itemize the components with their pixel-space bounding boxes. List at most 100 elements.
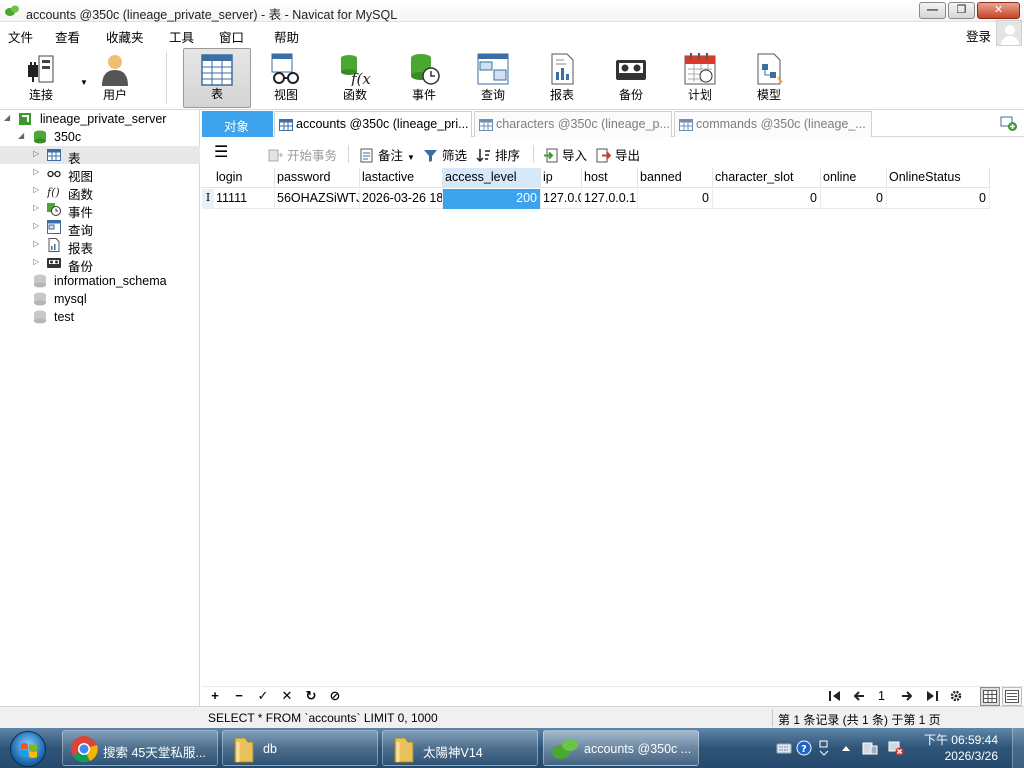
column-header-ip[interactable]: ip <box>541 168 582 188</box>
new-tab-icon[interactable] <box>1000 114 1018 132</box>
discard-changes-button[interactable]: ✕ <box>279 688 295 704</box>
menu-file[interactable]: 文件 <box>8 27 33 46</box>
cell-ip[interactable]: 127.0.0. <box>541 189 582 209</box>
tool-event[interactable]: 事件 <box>391 48 457 108</box>
column-header-lastactive[interactable]: lastactive <box>360 168 443 188</box>
column-header-online[interactable]: online <box>821 168 887 188</box>
add-record-button[interactable]: + <box>207 688 223 703</box>
taskbar-folder-v14[interactable]: 太陽神V14 <box>382 730 538 766</box>
close-button[interactable]: ✕ <box>977 2 1020 19</box>
apply-changes-button[interactable]: ✓ <box>255 688 271 704</box>
tool-query[interactable]: 查询 <box>460 48 526 108</box>
tree-item-tables[interactable]: ▷ 表 <box>0 146 200 166</box>
cell-host[interactable]: 127.0.0.1 <box>582 189 638 209</box>
next-page-icon[interactable] <box>901 690 913 702</box>
menu-help[interactable]: 帮助 <box>274 27 299 46</box>
tool-report[interactable]: 报表 <box>529 48 595 108</box>
tree-item-backups[interactable]: ▷ 备份 <box>0 254 200 274</box>
column-header-banned[interactable]: banned <box>638 168 713 188</box>
last-page-icon[interactable] <box>926 690 938 702</box>
expand-arrow-icon[interactable]: ▷ <box>33 149 39 158</box>
cell-login[interactable]: 11111 <box>214 189 275 209</box>
tab-commands[interactable]: commands @350c (lineage_... <box>674 111 872 137</box>
cell-password[interactable]: 56OHAZSiWTJ <box>275 189 360 209</box>
network-error-icon[interactable] <box>888 740 904 756</box>
filter-button[interactable]: 筛选 <box>423 145 467 164</box>
table-row[interactable]: I 11111 56OHAZSiWTJ 2026-03-26 18 200 12… <box>202 189 990 209</box>
stop-button[interactable]: ⊘ <box>327 688 343 704</box>
cell-character-slot[interactable]: 0 <box>713 189 821 209</box>
gear-icon[interactable] <box>949 689 963 703</box>
tool-schedule[interactable]: 计划 <box>667 48 733 108</box>
tree-database-mysql[interactable]: mysql <box>0 290 200 308</box>
menu-view[interactable]: 查看 <box>55 27 80 46</box>
column-header-onlinestatus[interactable]: OnlineStatus <box>887 168 990 188</box>
tree-connection[interactable]: ◢ lineage_private_server <box>0 110 200 128</box>
delete-record-button[interactable]: − <box>231 688 247 703</box>
tree-database-information-schema[interactable]: information_schema <box>0 272 200 290</box>
tool-table[interactable]: 表 <box>183 48 251 108</box>
keyboard-icon[interactable] <box>776 740 792 756</box>
previous-page-icon[interactable] <box>853 690 865 702</box>
import-button[interactable]: 导入 <box>543 145 587 164</box>
tab-characters[interactable]: characters @350c (lineage_p... <box>474 111 672 137</box>
tree-database-test[interactable]: test <box>0 308 200 326</box>
tool-model[interactable]: 模型 <box>736 48 802 108</box>
column-header-host[interactable]: host <box>582 168 638 188</box>
tab-objects[interactable]: 对象 <box>202 111 273 137</box>
tool-view[interactable]: 视图 <box>253 48 319 108</box>
show-hidden-icons-icon[interactable] <box>840 740 852 756</box>
collapse-arrow-icon[interactable]: ◢ <box>18 131 24 140</box>
menu-favorites[interactable]: 收藏夹 <box>106 27 144 46</box>
expand-arrow-icon[interactable]: ▷ <box>33 167 39 176</box>
start-button[interactable] <box>4 729 52 767</box>
form-view-button[interactable] <box>1002 687 1022 706</box>
tree-item-functions[interactable]: ▷ f() 函数 <box>0 182 200 202</box>
login-link[interactable]: 登录 <box>966 26 991 45</box>
begin-transaction-button[interactable]: 开始事务 <box>268 145 337 164</box>
tool-backup[interactable]: 备份 <box>598 48 664 108</box>
cell-access-level[interactable]: 200 <box>443 189 541 209</box>
tool-user[interactable]: 用户 <box>82 48 148 108</box>
export-button[interactable]: 导出 <box>596 145 640 164</box>
taskbar-folder-db[interactable]: db <box>222 730 378 766</box>
expand-arrow-icon[interactable]: ▷ <box>33 203 39 212</box>
memo-button[interactable]: 备注 ▼ <box>359 145 415 164</box>
expand-arrow-icon[interactable]: ▷ <box>33 185 39 194</box>
collapse-arrow-icon[interactable]: ◢ <box>4 113 10 122</box>
minimize-button[interactable]: — <box>919 2 946 19</box>
expand-arrow-icon[interactable]: ▷ <box>33 239 39 248</box>
expand-arrow-icon[interactable]: ▷ <box>33 257 39 266</box>
show-desktop-button[interactable] <box>1012 728 1024 768</box>
column-header-login[interactable]: login <box>214 168 275 188</box>
tree-item-reports[interactable]: ▷ 报表 <box>0 236 200 256</box>
account-avatar[interactable] <box>996 20 1022 46</box>
first-page-icon[interactable] <box>829 690 841 702</box>
tree-item-views[interactable]: ▷ 视图 <box>0 164 200 184</box>
cell-onlinestatus[interactable]: 0 <box>887 189 990 209</box>
menu-window[interactable]: 窗口 <box>219 27 244 46</box>
cell-banned[interactable]: 0 <box>638 189 713 209</box>
menu-icon[interactable]: ☰ <box>214 142 228 162</box>
refresh-button[interactable]: ↻ <box>303 688 319 704</box>
tool-function[interactable]: f(x) 函数 <box>322 48 388 108</box>
tab-accounts[interactable]: accounts @350c (lineage_pri... <box>274 111 472 137</box>
clock[interactable]: 下午 06:59:44 2026/3/26 <box>918 732 998 764</box>
taskbar-chrome[interactable]: 搜索 45天堂私服... <box>62 730 218 766</box>
sort-button[interactable]: 排序 <box>476 145 520 164</box>
row-cursor-marker[interactable]: I <box>202 189 214 209</box>
device-icon[interactable] <box>862 740 878 756</box>
grid-view-button[interactable] <box>980 687 1000 706</box>
restore-button[interactable]: ❐ <box>948 2 975 19</box>
cell-online[interactable]: 0 <box>821 189 887 209</box>
tool-connection[interactable]: ▼ 连接 <box>8 48 88 108</box>
tree-database-350c[interactable]: ◢ 350c <box>0 128 200 146</box>
help-icon[interactable]: ? <box>796 740 812 756</box>
menu-tools[interactable]: 工具 <box>169 27 194 46</box>
column-header-character-slot[interactable]: character_slot <box>713 168 821 188</box>
column-header-access-level[interactable]: access_level <box>443 168 541 188</box>
expand-arrow-icon[interactable]: ▷ <box>33 221 39 230</box>
tree-item-queries[interactable]: ▷ 查询 <box>0 218 200 238</box>
tree-item-events[interactable]: ▷ 事件 <box>0 200 200 220</box>
taskbar-navicat[interactable]: accounts @350c ... <box>543 730 699 766</box>
